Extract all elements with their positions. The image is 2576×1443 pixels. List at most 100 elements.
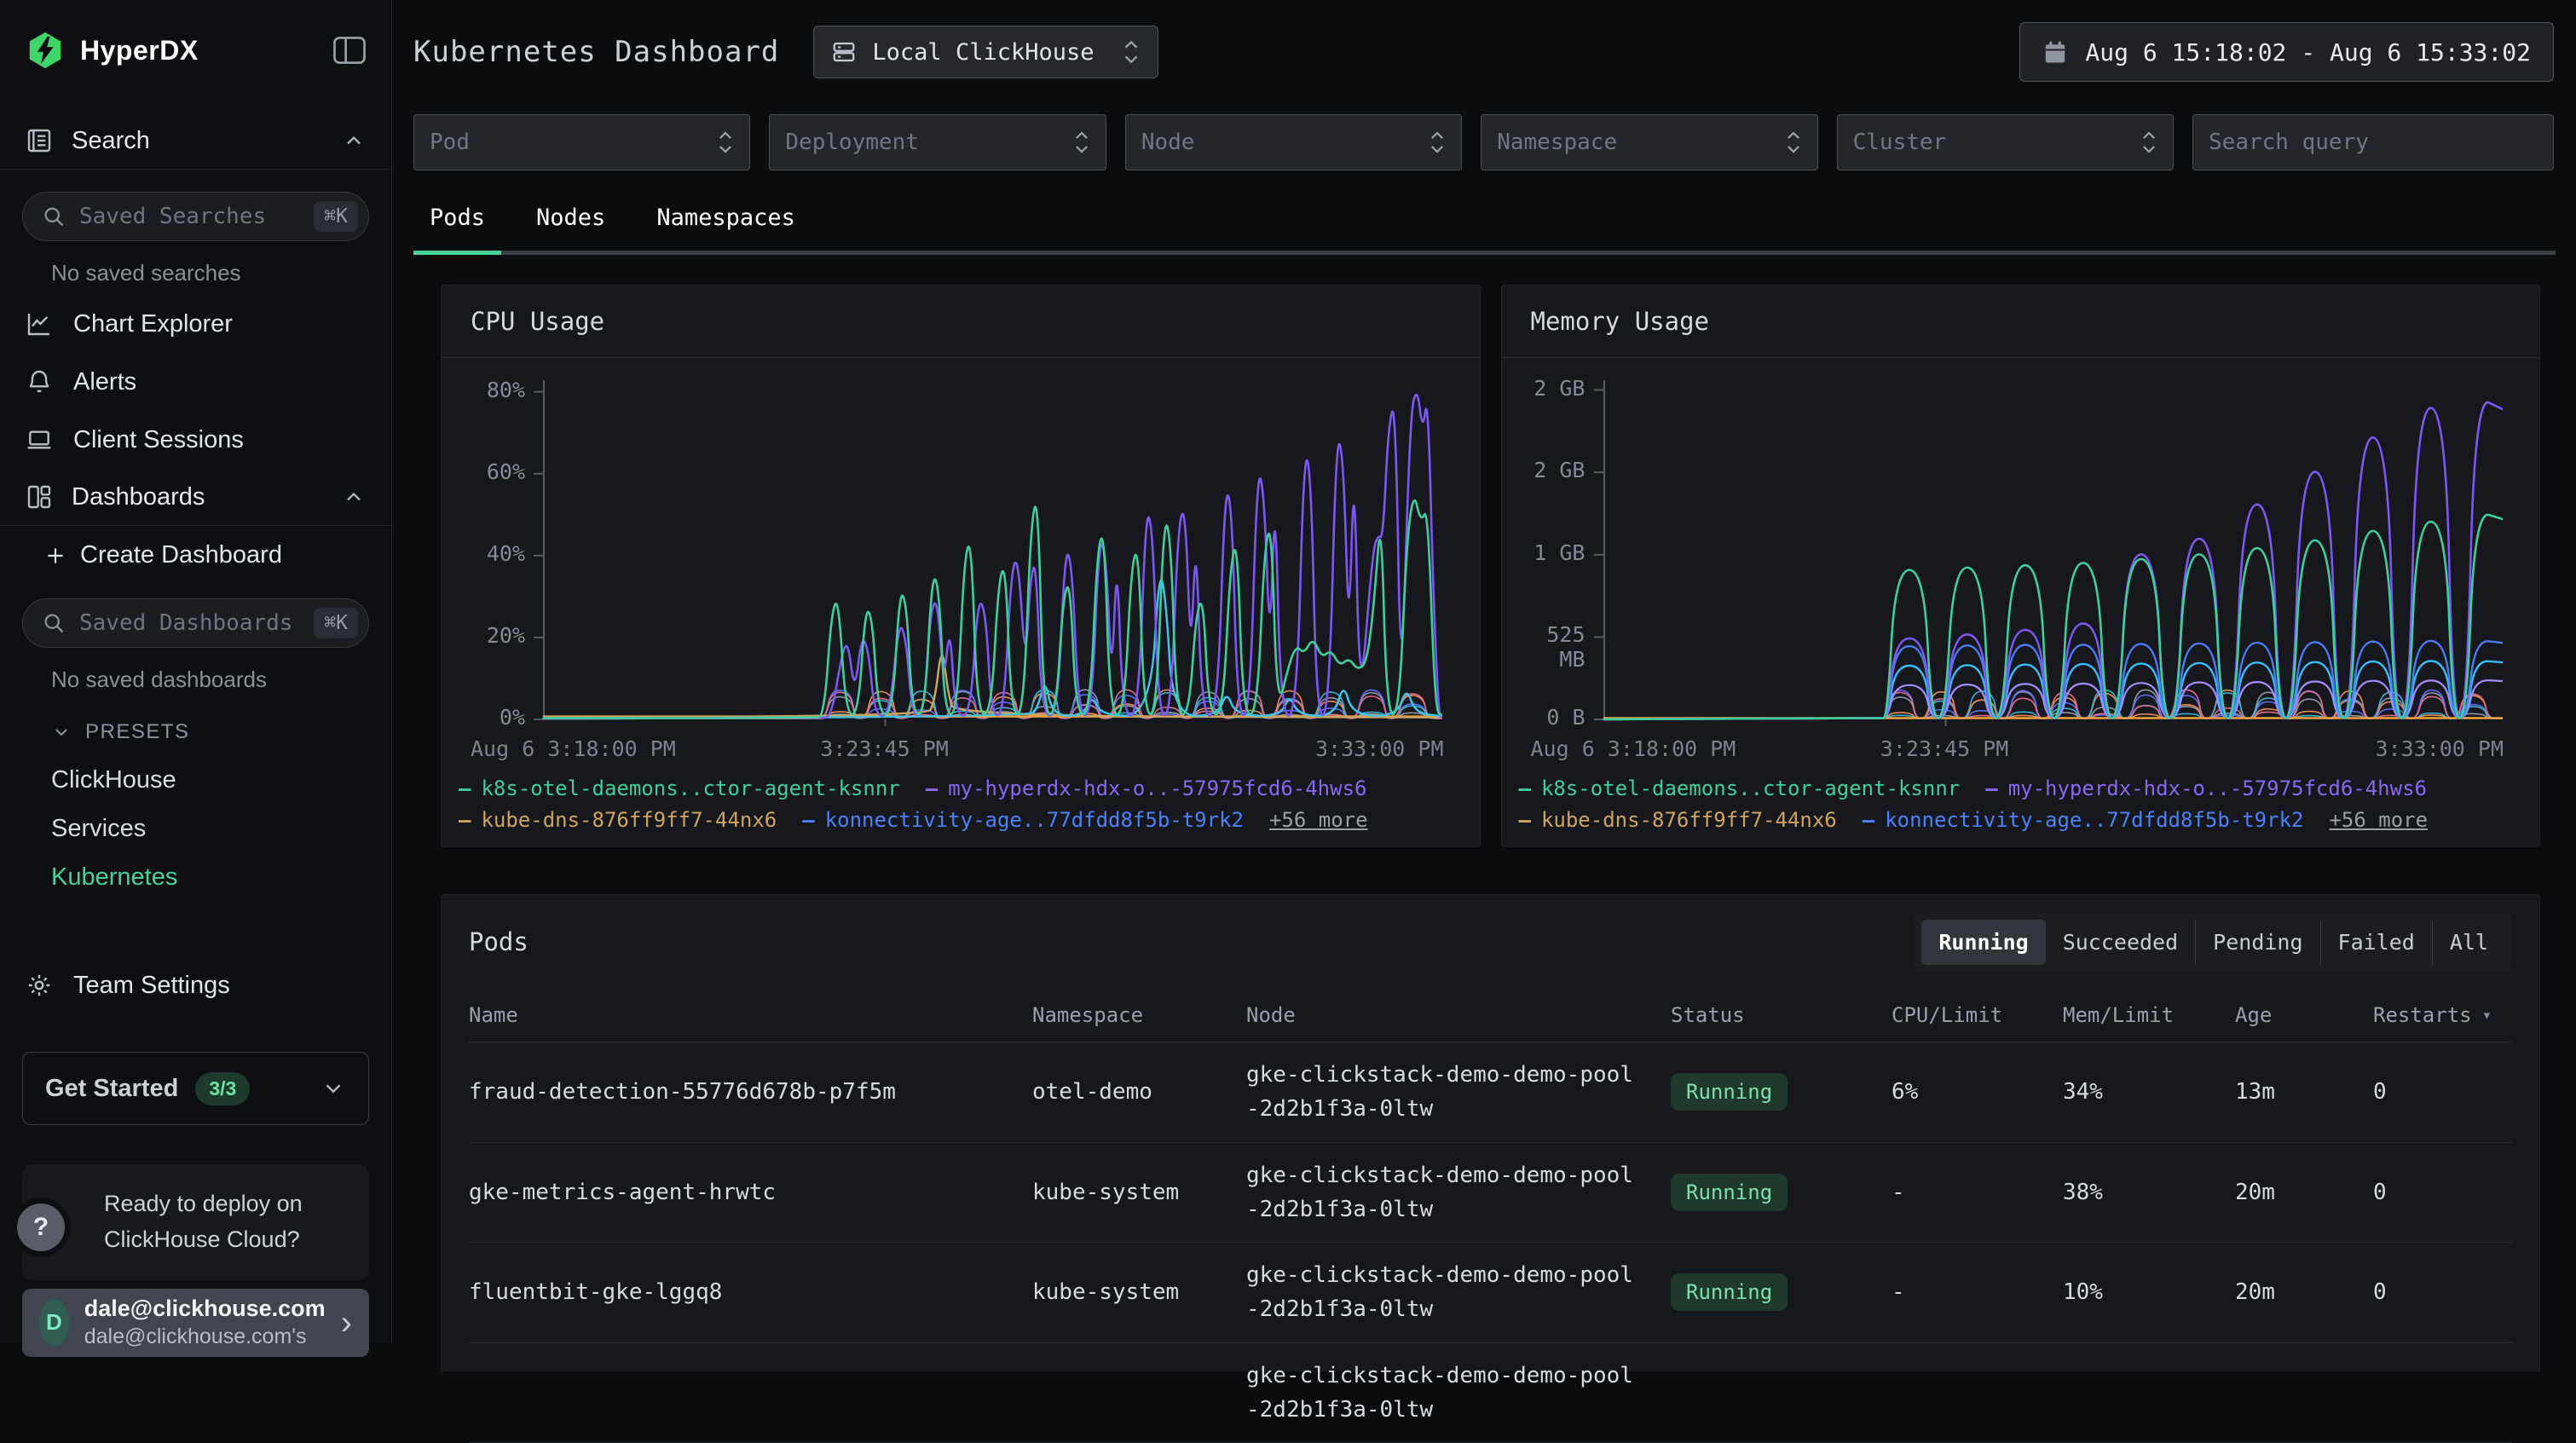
preset-item-clickhouse[interactable]: ClickHouse (0, 756, 391, 805)
filter-placeholder: Cluster (1853, 130, 1947, 155)
legend-more-link[interactable]: +56 more (1269, 808, 1368, 832)
cell-node: gke-clickstack-demo-demo-pool-2d2b1f3a-0… (1246, 1042, 1671, 1142)
sidebar-item-team-settings[interactable]: Team Settings (0, 956, 391, 1014)
table-body: fraud-detection-55776d678b-p7f5motel-dem… (469, 1042, 2512, 1443)
legend-row: —k8s-otel-daemons..ctor-agent-ksnnr —my-h… (459, 772, 1392, 804)
sidebar-item-client-sessions[interactable]: Client Sessions (0, 411, 391, 469)
saved-dashboards-input[interactable]: Saved Dashboards ⌘K (22, 598, 369, 648)
column-header-cpu-limit[interactable]: CPU/Limit (1892, 989, 2063, 1042)
get-started-button[interactable]: Get Started 3/3 (22, 1052, 369, 1125)
legend-item[interactable]: —kube-dns-876ff9ff7-44nx6 (1519, 808, 1837, 832)
legend-swatch: — (1985, 776, 1997, 800)
presets-section-toggle[interactable]: PRESETS (0, 701, 391, 756)
status-filter-segmented: RunningSucceededPendingFailedAll (1915, 913, 2512, 972)
filter-placeholder: Deployment (785, 130, 919, 155)
avatar: D (39, 1299, 69, 1347)
filter-select-pod[interactable]: Pod (413, 114, 750, 170)
legend-item[interactable]: —my-hyperdx-hdx-o..-57975fcd6-4hws6 (1985, 776, 2427, 800)
search-query-input[interactable]: Search query (2192, 114, 2554, 170)
legend-row: —kube-dns-876ff9ff7-44nx6—konnectivity-a… (459, 804, 1392, 835)
y-axis-tick-label: 20% (442, 624, 525, 649)
filter-select-deployment[interactable]: Deployment (769, 114, 1106, 170)
column-header-restarts[interactable]: Restarts▾ (2373, 989, 2512, 1042)
data-source-select[interactable]: Local ClickHouse (813, 26, 1158, 78)
chevron-up-icon (342, 485, 366, 509)
create-dashboard-button[interactable]: Create Dashboard (0, 526, 391, 576)
charts-row: CPU Usage 80%60%40%20%0%Aug 6 3:18:00 PM… (441, 285, 2540, 847)
legend-item[interactable]: —k8s-otel-daemons..ctor-agent-ksnnr (1519, 776, 1961, 800)
status-badge: Running (1671, 1174, 1788, 1211)
bell-icon (26, 368, 53, 395)
dashboards-grid-icon (26, 483, 53, 511)
calendar-icon (2042, 39, 2068, 65)
status-filter-pending[interactable]: Pending (2195, 920, 2319, 965)
chart-plot[interactable] (530, 378, 1442, 728)
sidebar-item-dashboards[interactable]: Dashboards (0, 469, 391, 525)
cell-cpu-limit (1892, 1343, 2063, 1443)
chart-line-icon (26, 310, 53, 338)
cell-node: gke-clickstack-demo-demo-pool-2d2b1f3a-0… (1246, 1343, 1671, 1443)
x-axis-tick-label: 3:23:45 PM (820, 736, 949, 761)
sidebar-item-label: Dashboards (72, 483, 205, 511)
saved-searches-input[interactable]: Saved Searches ⌘K (22, 192, 369, 241)
legend-item[interactable]: —konnectivity-age..77dfdd8f5b-t9rk2 (1863, 808, 2304, 832)
status-filter-succeeded[interactable]: Succeeded (2046, 920, 2195, 965)
preset-item-services[interactable]: Services (0, 805, 391, 853)
preset-list: ClickHouseServicesKubernetes (0, 756, 391, 902)
chart-body[interactable]: 2 GB2 GB1 GB525 MB0 BAug 6 3:18:00 PM3:2… (1502, 358, 2540, 847)
cell-cpu-limit: - (1892, 1143, 2063, 1243)
chart-plot[interactable] (1591, 378, 2503, 728)
shortcut-badge: ⌘K (314, 608, 358, 638)
legend-swatch: — (802, 808, 814, 832)
column-header-mem-limit[interactable]: Mem/Limit (2063, 989, 2235, 1042)
filter-select-cluster[interactable]: Cluster (1837, 114, 2174, 170)
table-row[interactable]: gke-metrics-agent-hrwtckube-systemgke-cl… (469, 1143, 2512, 1244)
filter-select-namespace[interactable]: Namespace (1481, 114, 1817, 170)
legend-item[interactable]: —k8s-otel-daemons..ctor-agent-ksnnr (459, 776, 900, 800)
status-filter-all[interactable]: All (2432, 920, 2505, 965)
column-header-status[interactable]: Status (1671, 989, 1892, 1042)
cell-restarts: 0 (2373, 1042, 2512, 1142)
cell-status: Running (1671, 1042, 1892, 1142)
select-chevrons-icon (1785, 129, 1802, 156)
cell-name (469, 1343, 1032, 1443)
clickhouse-cloud-promo[interactable]: ? Ready to deploy on ClickHouse Cloud? (22, 1164, 369, 1280)
help-icon[interactable]: ? (17, 1203, 65, 1251)
y-axis-tick-label: 80% (442, 378, 525, 403)
sidebar-item-search[interactable]: Search (0, 113, 391, 169)
sidebar-collapse-button[interactable] (333, 36, 366, 65)
legend-item[interactable]: —kube-dns-876ff9ff7-44nx6 (459, 808, 777, 832)
preset-item-kubernetes[interactable]: Kubernetes (0, 853, 391, 902)
column-header-name[interactable]: Name (469, 989, 1032, 1042)
sidebar-item-label: Alerts (73, 368, 136, 396)
chart-body[interactable]: 80%60%40%20%0%Aug 6 3:18:00 PM3:23:45 PM… (442, 358, 1480, 847)
tab-namespaces[interactable]: Namespaces (640, 201, 811, 255)
legend-more-link[interactable]: +56 more (2329, 808, 2428, 832)
filter-select-node[interactable]: Node (1125, 114, 1462, 170)
x-axis-labels: Aug 6 3:18:00 PM3:23:45 PM3:33:00 PM (1604, 736, 2501, 765)
sidebar-item-chart-explorer[interactable]: Chart Explorer (0, 295, 391, 353)
cell-namespace: kube-system (1032, 1143, 1246, 1243)
column-header-node[interactable]: Node (1246, 989, 1671, 1042)
table-row[interactable]: gke-clickstack-demo-demo-pool-2d2b1f3a-0… (469, 1343, 2512, 1443)
cell-age: 20m (2235, 1143, 2373, 1243)
column-header-age[interactable]: Age (2235, 989, 2373, 1042)
tab-nodes[interactable]: Nodes (520, 201, 621, 255)
legend-label: kube-dns-876ff9ff7-44nx6 (481, 808, 777, 832)
dashboard-content: CPU Usage 80%60%40%20%0%Aug 6 3:18:00 PM… (393, 255, 2576, 1371)
chevron-right-icon: › (341, 1306, 352, 1340)
table-row[interactable]: fluentbit-gke-lggq8kube-systemgke-clicks… (469, 1243, 2512, 1343)
time-range-picker[interactable]: Aug 6 15:18:02 - Aug 6 15:33:02 (2019, 22, 2554, 82)
status-filter-failed[interactable]: Failed (2320, 920, 2432, 965)
table-row[interactable]: fraud-detection-55776d678b-p7f5motel-dem… (469, 1042, 2512, 1143)
y-axis-tick-label: 0 B (1502, 706, 1585, 730)
tab-pods[interactable]: Pods (413, 201, 501, 255)
status-filter-running[interactable]: Running (1921, 920, 2045, 965)
y-axis-tick-label: 0% (442, 706, 525, 730)
sidebar-item-alerts[interactable]: Alerts (0, 353, 391, 411)
column-header-namespace[interactable]: Namespace (1032, 989, 1246, 1042)
legend-item[interactable]: —konnectivity-age..77dfdd8f5b-t9rk2 (802, 808, 1244, 832)
shortcut-badge: ⌘K (314, 201, 358, 232)
user-account-button[interactable]: D dale@clickhouse.com dale@clickhouse.co… (22, 1289, 369, 1357)
legend-item[interactable]: —my-hyperdx-hdx-o..-57975fcd6-4hws6 (926, 776, 1367, 800)
